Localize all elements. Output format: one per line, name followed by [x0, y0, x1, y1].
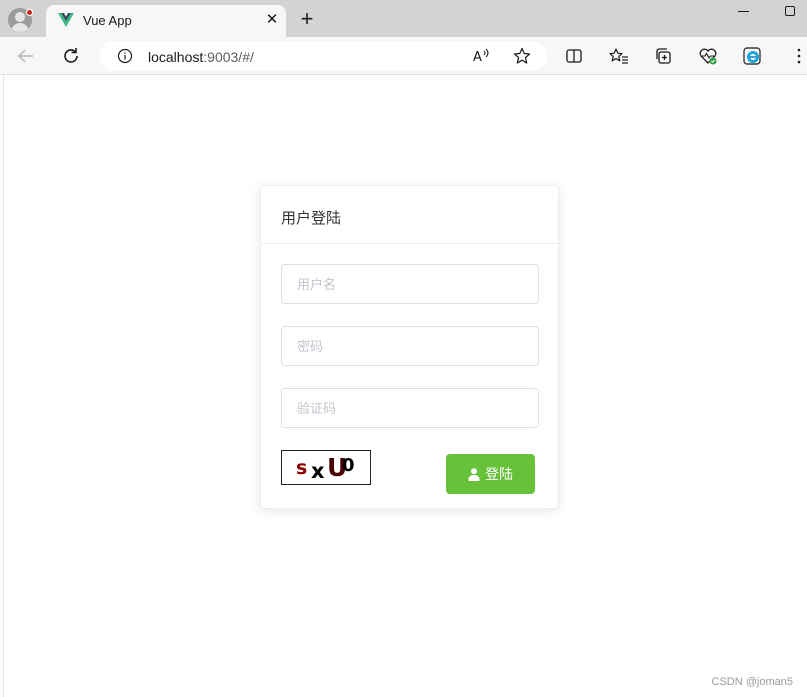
window-maximize-icon[interactable] [785, 6, 795, 16]
watermark: CSDN @joman5 [711, 676, 793, 688]
new-tab-plus-icon[interactable]: + [296, 8, 318, 30]
browser-toolbar: localhost:9003/#/ A [0, 37, 807, 75]
login-card-title: 用户登陆 [261, 186, 558, 244]
captcha-char: 0 [342, 455, 355, 476]
read-aloud-icon[interactable]: A [472, 47, 490, 65]
captcha-input[interactable] [281, 388, 539, 428]
password-input[interactable] [281, 326, 539, 366]
edge-copilot-icon[interactable] [740, 44, 764, 68]
vue-logo-icon [58, 13, 74, 27]
split-screen-icon[interactable] [562, 44, 586, 68]
tab-strip: Vue App ✕ + [0, 0, 807, 37]
address-path: :9003/#/ [203, 49, 254, 65]
username-input[interactable] [281, 264, 539, 304]
notification-dot [26, 9, 33, 16]
svg-text:A: A [473, 50, 482, 65]
tab-title: Vue App [83, 13, 132, 28]
login-card: 用户登陆 s x U 0 登陆 [260, 185, 559, 509]
address-bar[interactable]: localhost:9003/#/ A [99, 41, 547, 71]
back-arrow-icon[interactable] [14, 44, 38, 68]
tab-vue-app[interactable]: Vue App ✕ [46, 5, 286, 37]
tab-close-icon[interactable]: ✕ [264, 12, 280, 28]
browser-essentials-icon[interactable] [696, 44, 720, 68]
user-icon [468, 467, 480, 481]
window-minimize-icon[interactable] [738, 11, 749, 12]
browser-window: Vue App ✕ + localhost:9003/#/ A 用户登陆 用户名… [0, 0, 807, 697]
login-button-label: 登陆 [485, 466, 513, 482]
address-host: localhost [148, 49, 204, 65]
refresh-icon[interactable] [59, 44, 83, 68]
favorites-icon[interactable] [607, 44, 631, 68]
address-url: localhost:9003/#/ [148, 49, 254, 65]
captcha-char: s [296, 457, 308, 479]
login-button[interactable]: 登陆 [446, 454, 535, 494]
more-menu-icon[interactable] [787, 44, 807, 68]
captcha-char: x [311, 459, 325, 483]
page-content: 用户登陆 s x U 0 登陆 CSDN @joman5 [3, 75, 807, 697]
site-info-icon[interactable] [117, 48, 133, 64]
captcha-image[interactable]: s x U 0 [281, 450, 371, 485]
favorite-star-icon[interactable] [513, 47, 531, 65]
collections-icon[interactable] [651, 44, 675, 68]
